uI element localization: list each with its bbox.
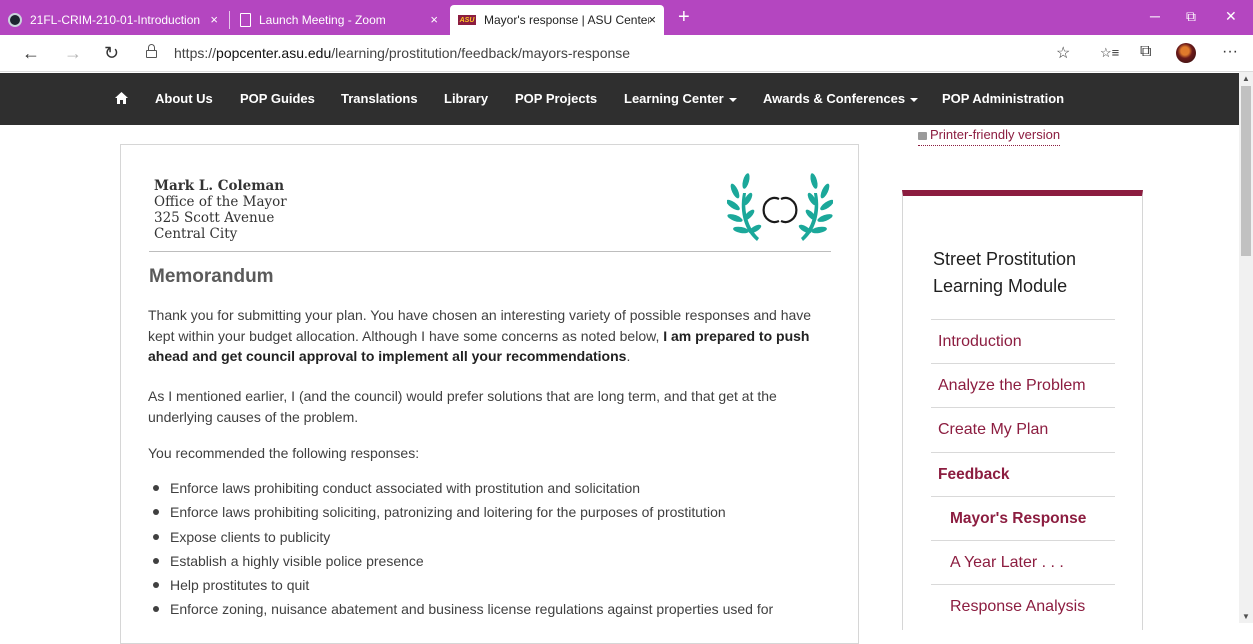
memo-heading: Memorandum [149,266,274,287]
nav-learning-center[interactable]: Learning Center [624,91,737,106]
site-navigation: About Us POP Guides Translations Library… [0,73,1239,125]
memo-paragraph-plan: Thank you for submitting your plan. You … [148,305,838,367]
url-host: popcenter.asu.edu [216,45,332,61]
sidebar-item-analyze-problem[interactable]: Analyze the Problem [931,363,1115,407]
canvas-favicon-icon [8,13,22,27]
minimize-icon[interactable]: ─ [1150,8,1160,24]
url-scheme: https:// [174,45,217,61]
address-bar: ← → ↻ https://popcenter.asu.edu/learning… [0,35,1253,72]
sidebar-item-feedback[interactable]: Feedback [931,452,1115,496]
tab-mayors-response[interactable]: ASU Mayor's response | ASU Center f × [450,5,664,35]
tab-title: 21FL-CRIM-210-01-Introduction [30,13,200,27]
tab-zoom-meeting[interactable]: Launch Meeting - Zoom × [232,5,446,35]
page-scrollbar[interactable]: ▲ ▼ [1239,72,1253,623]
list-item: Enforce zoning, nuisance abatement and b… [148,599,838,623]
city-line: Central City [154,226,238,242]
new-tab-button[interactable]: + [678,7,690,27]
list-item: Enforce laws prohibiting conduct associa… [148,478,838,502]
address-line: 325 Scott Avenue [154,210,275,226]
nav-learning-center-label: Learning Center [624,91,724,106]
list-item: Establish a highly visible police presen… [148,551,838,575]
lock-icon[interactable] [146,44,157,59]
printer-icon [918,131,927,140]
memo-card: Mark L. Coleman Office of the Mayor 325 … [120,144,859,644]
close-tab-icon[interactable]: × [430,12,438,27]
more-menu-icon[interactable]: ··· [1222,43,1238,61]
list-item: Expose clients to publicity [148,527,838,551]
asu-favicon-icon: ASU [458,15,476,25]
sidebar-item-create-plan[interactable]: Create My Plan [931,407,1115,451]
url-path: /learning/prostitution/feedback/mayors-r… [331,45,631,61]
sidebar-item-mayors-response[interactable]: Mayor's Response [931,496,1115,540]
nav-awards-label: Awards & Conferences [763,91,906,106]
office-line: Office of the Mayor [154,194,287,210]
printer-friendly-link[interactable]: Printer-friendly version [918,127,1061,146]
profile-avatar[interactable] [1176,43,1196,63]
scroll-down-icon[interactable]: ▼ [1242,612,1250,621]
home-icon[interactable] [115,92,128,104]
paragraph-end: . [626,348,631,364]
scroll-up-icon[interactable]: ▲ [1242,74,1250,83]
nav-about-us[interactable]: About Us [155,91,213,106]
back-arrow-icon[interactable]: ← [22,43,40,64]
close-window-icon[interactable]: ✕ [1225,8,1237,25]
tab-title: Mayor's response | ASU Center f [484,13,649,27]
sidebar-item-year-later[interactable]: A Year Later . . . [931,540,1115,584]
list-item: Help prostitutes to quit [148,575,838,599]
collections-icon[interactable]: ⧉ [1140,43,1151,61]
restore-icon[interactable]: ⧉ [1186,8,1196,25]
tab-canvas-course[interactable]: 21FL-CRIM-210-01-Introduction × [0,5,226,35]
browser-tab-bar: 21FL-CRIM-210-01-Introduction × Launch M… [0,0,1253,35]
mayor-name: Mark L. Coleman [154,178,285,194]
nav-translations[interactable]: Translations [341,91,418,106]
close-tab-icon[interactable]: × [648,12,656,27]
printer-link-label: Printer-friendly version [930,127,1061,142]
forward-arrow-icon[interactable]: → [64,43,82,64]
caret-down-icon [728,97,737,102]
nav-library[interactable]: Library [444,91,488,106]
response-list: Enforce laws prohibiting conduct associa… [148,478,838,624]
favorite-star-icon[interactable]: ☆ [1056,43,1070,63]
nav-pop-projects[interactable]: POP Projects [515,91,597,106]
memo-paragraph-long-term: As I mentioned earlier, I (and the counc… [148,388,777,425]
nav-pop-administration[interactable]: POP Administration [942,91,1064,106]
nav-pop-guides[interactable]: POP Guides [240,91,315,106]
caret-down-icon [910,97,919,102]
laurel-emblem-logo [727,173,833,241]
close-tab-icon[interactable]: × [210,12,218,27]
memo-paragraph-recommended: You recommended the following responses: [148,445,420,461]
tab-title: Launch Meeting - Zoom [259,13,386,27]
sidebar-item-introduction[interactable]: Introduction [931,319,1115,363]
nav-awards-conferences[interactable]: Awards & Conferences [763,91,919,106]
list-item: Enforce laws prohibiting soliciting, pat… [148,502,838,526]
url-field[interactable]: https://popcenter.asu.edu/learning/prost… [174,45,630,61]
refresh-icon[interactable]: ↻ [104,43,119,64]
favorites-list-icon[interactable]: ☆≡ [1100,45,1119,61]
tab-separator [229,11,230,29]
scroll-thumb[interactable] [1241,86,1251,256]
learning-module-panel: Street Prostitution Learning Module Intr… [902,190,1143,630]
sidebar-item-response-analysis[interactable]: Response Analysis [931,584,1115,628]
letterhead-divider [149,251,831,252]
module-title: Street Prostitution Learning Module [933,249,1077,296]
page-icon [240,13,251,27]
letterhead: Mark L. Coleman Office of the Mayor 325 … [154,178,287,242]
